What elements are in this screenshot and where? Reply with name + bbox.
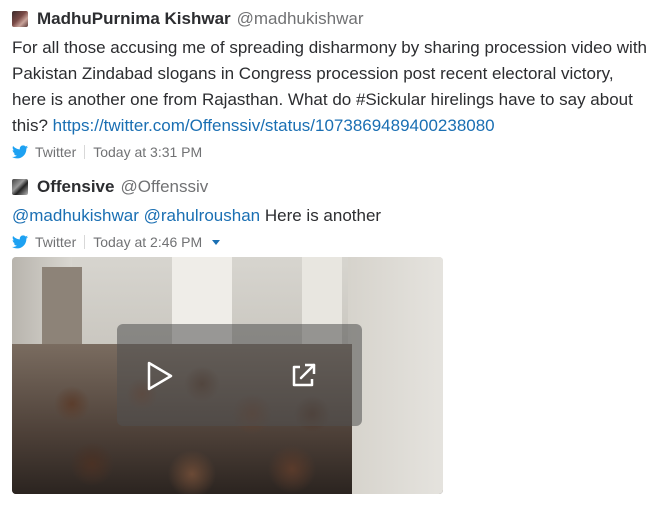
video-thumbnail[interactable] (12, 257, 443, 494)
twitter-bird-icon (12, 235, 28, 249)
tweet-timestamp[interactable]: Today at 2:46 PM (93, 234, 202, 250)
tweet-meta: Twitter Today at 3:31 PM (12, 142, 655, 162)
video-controls-overlay (117, 324, 362, 426)
tweet-text: @madhukishwar @rahulroushan Here is anot… (12, 203, 652, 229)
twitter-bird-icon (12, 145, 28, 159)
tweet-link[interactable]: https://twitter.com/Offenssiv/status/107… (53, 116, 495, 135)
avatar[interactable] (12, 179, 28, 195)
divider (84, 145, 86, 159)
author-handle[interactable]: @Offenssiv (120, 177, 208, 197)
external-link-icon[interactable] (288, 361, 318, 391)
author-name[interactable]: MadhuPurnima Kishwar (37, 9, 231, 29)
mention-madhukishwar[interactable]: @madhukishwar (12, 206, 139, 225)
divider (84, 235, 86, 249)
author-handle[interactable]: @madhukishwar (237, 9, 364, 29)
tweet-attachment-1: MadhuPurnima Kishwar @madhukishwar For a… (12, 7, 655, 162)
tweet-attachment-2: Offensive @Offenssiv @madhukishwar @rahu… (12, 175, 655, 252)
mention-rahulroushan[interactable]: @rahulroushan (144, 206, 261, 225)
avatar[interactable] (12, 11, 28, 27)
slack-message-attachments: MadhuPurnima Kishwar @madhukishwar For a… (0, 0, 663, 505)
tweet-text: For all those accusing me of spreading d… (12, 35, 652, 139)
chevron-down-icon[interactable] (212, 239, 221, 245)
tweet-timestamp[interactable]: Today at 3:31 PM (93, 144, 202, 160)
play-icon[interactable] (141, 359, 175, 393)
tweet-text-content: Here is another (264, 206, 382, 225)
tweet-header: Offensive @Offenssiv (12, 175, 655, 199)
tweet-meta: Twitter Today at 2:46 PM (12, 232, 655, 252)
video-frame-detail (348, 257, 443, 494)
author-name[interactable]: Offensive (37, 177, 114, 197)
tweet-source[interactable]: Twitter (35, 144, 76, 160)
tweet-source[interactable]: Twitter (35, 234, 76, 250)
tweet-header: MadhuPurnima Kishwar @madhukishwar (12, 7, 655, 31)
